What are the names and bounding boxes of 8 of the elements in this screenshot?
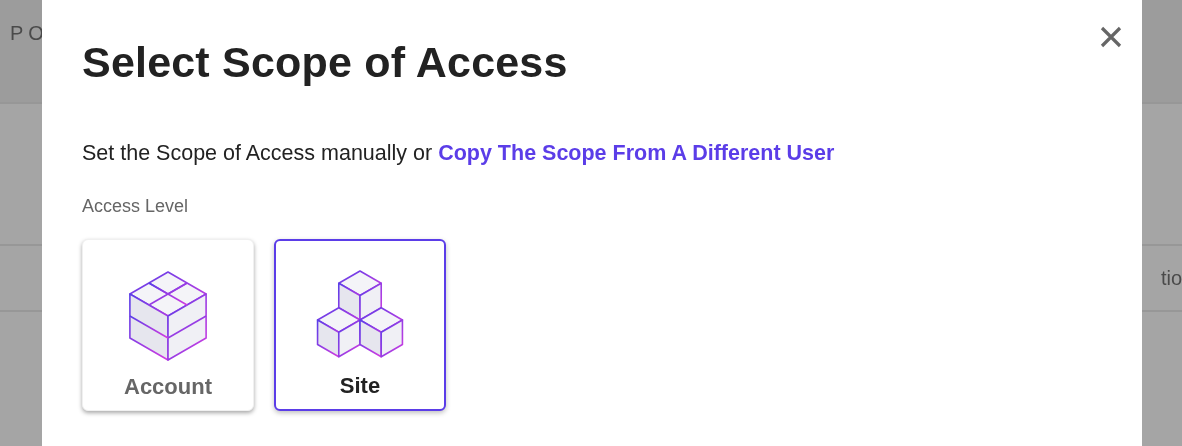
option-card[interactable]: Account — [82, 239, 254, 411]
option-card[interactable]: Site — [274, 239, 446, 411]
dialog-title: Select Scope of Access — [82, 38, 568, 87]
instruction-text: Set the Scope of Access manually or Copy The Scope From A Different User — [82, 141, 836, 166]
section-label: Access Level — [82, 196, 190, 217]
table-cell: tio — [1160, 266, 1182, 290]
column-header: PO — [10, 22, 49, 45]
copy-scope-link[interactable]: Copy The Scope From A Different User — [438, 141, 835, 165]
